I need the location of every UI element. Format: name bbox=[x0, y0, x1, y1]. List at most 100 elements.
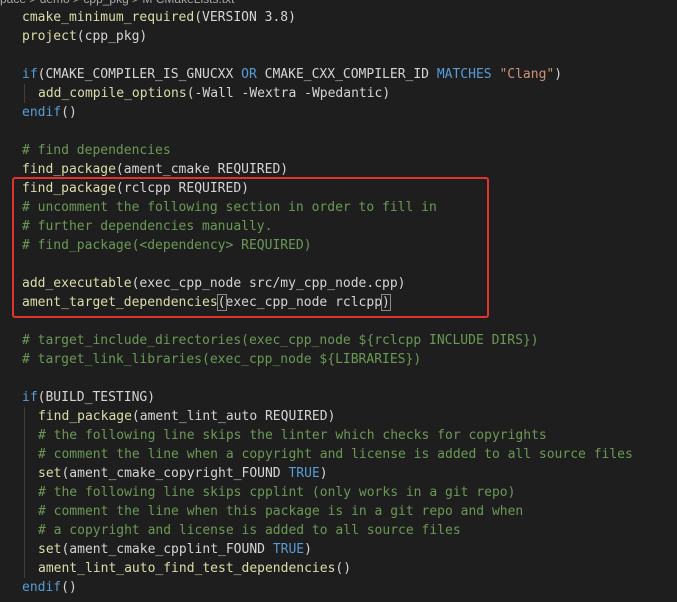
code-text: # find dependencies bbox=[22, 143, 171, 158]
code-line[interactable]: add_executable(exec_cpp_node src/my_cpp_… bbox=[0, 274, 677, 293]
code-token: (ament_lint_auto REQUIRED) bbox=[131, 409, 336, 424]
code-token: # target_include_directories(exec_cpp_no… bbox=[22, 333, 539, 348]
code-line[interactable]: project(cpp_pkg) bbox=[0, 27, 677, 46]
code-text: if(BUILD_TESTING) bbox=[22, 390, 155, 405]
code-text: if(CMAKE_COMPILER_IS_GNUCXX OR CMAKE_CXX… bbox=[22, 67, 562, 82]
code-line[interactable]: ament_lint_auto_find_test_dependencies() bbox=[0, 559, 677, 578]
code-text: set(ament_cmake_copyright_FOUND TRUE) bbox=[22, 466, 328, 481]
code-token: () bbox=[61, 105, 77, 120]
bracket-match: ( bbox=[216, 294, 227, 311]
code-text: endif() bbox=[22, 580, 77, 595]
code-token: (rclcpp REQUIRED) bbox=[115, 181, 249, 196]
code-line[interactable]: # the following line skips the linter wh… bbox=[0, 426, 677, 445]
code-line[interactable]: find_package(rclcpp REQUIRED) bbox=[0, 179, 677, 198]
code-token: (VERSION 3.8) bbox=[194, 10, 296, 25]
code-text: # comment the line when a copyright and … bbox=[22, 447, 633, 462]
code-line[interactable]: # target_include_directories(exec_cpp_no… bbox=[0, 331, 677, 350]
code-text: add_compile_options(-Wall -Wextra -Wpeda… bbox=[22, 86, 390, 101]
code-token: find_package bbox=[22, 181, 116, 196]
code-line[interactable]: # comment the line when a copyright and … bbox=[0, 445, 677, 464]
code-line[interactable]: find_package(ament_lint_auto REQUIRED) bbox=[0, 407, 677, 426]
code-line[interactable] bbox=[0, 312, 677, 331]
code-line[interactable] bbox=[0, 46, 677, 65]
code-line[interactable]: add_compile_options(-Wall -Wextra -Wpeda… bbox=[0, 84, 677, 103]
indent-guide bbox=[24, 445, 25, 464]
code-token: (-Wall -Wextra -Wpedantic) bbox=[186, 86, 391, 101]
code-token: ) bbox=[319, 466, 328, 481]
code-line[interactable]: # find_package(<dependency> REQUIRED) bbox=[0, 236, 677, 255]
indent-guide bbox=[24, 521, 25, 540]
code-token: MATCHES bbox=[436, 67, 492, 82]
code-token: add_executable bbox=[22, 276, 132, 291]
code-token: # further dependencies manually. bbox=[22, 219, 273, 234]
code-line[interactable] bbox=[0, 369, 677, 388]
code-line[interactable]: # uncomment the following section in ord… bbox=[0, 198, 677, 217]
indent-guide bbox=[24, 540, 25, 559]
code-editor[interactable]: cmake_minimum_required(VERSION 3.8) proje… bbox=[0, 8, 677, 597]
code-token: () bbox=[335, 561, 352, 576]
code-token: TRUE bbox=[272, 542, 305, 557]
code-line[interactable]: # further dependencies manually. bbox=[0, 217, 677, 236]
code-text: endif() bbox=[22, 105, 77, 120]
code-token: # find_package(<dependency> REQUIRED) bbox=[22, 238, 312, 253]
code-text: # a copyright and license is added to al… bbox=[22, 523, 461, 538]
indent-guide bbox=[24, 559, 25, 578]
code-token: (BUILD_TESTING) bbox=[37, 390, 156, 405]
code-text: # the following line skips the linter wh… bbox=[22, 428, 547, 443]
code-line[interactable]: # comment the line when this package is … bbox=[0, 502, 677, 521]
code-token: # comment the line when a copyright and … bbox=[38, 447, 633, 462]
indent-guide bbox=[24, 464, 25, 483]
code-line[interactable] bbox=[0, 255, 677, 274]
code-text: # further dependencies manually. bbox=[22, 219, 272, 234]
code-token: find_package bbox=[22, 162, 116, 177]
breadcrumb[interactable]: pace > demo > cpp_pkg > M CMakeLists.txt bbox=[0, 0, 234, 8]
code-line[interactable]: endif() bbox=[0, 578, 677, 597]
code-line[interactable]: # find dependencies bbox=[0, 141, 677, 160]
code-text: # uncomment the following section in ord… bbox=[22, 200, 437, 215]
code-line[interactable]: # a copyright and license is added to al… bbox=[0, 521, 677, 540]
code-line[interactable]: ament_target_dependencies(exec_cpp_node … bbox=[0, 293, 677, 312]
code-text: ament_target_dependencies(exec_cpp_node … bbox=[22, 294, 391, 311]
code-text: find_package(rclcpp REQUIRED) bbox=[22, 181, 249, 196]
code-line[interactable]: # the following line skips cpplint (only… bbox=[0, 483, 677, 502]
code-token: project bbox=[22, 29, 77, 44]
code-text: # comment the line when this package is … bbox=[22, 504, 523, 519]
indent-guide bbox=[24, 407, 25, 426]
code-line[interactable]: cmake_minimum_required(VERSION 3.8) bbox=[0, 8, 677, 27]
indent-guide bbox=[24, 84, 25, 103]
code-token: (ament_cmake REQUIRED) bbox=[115, 162, 289, 177]
code-token: # a copyright and license is added to al… bbox=[38, 523, 461, 538]
code-token: # find dependencies bbox=[22, 143, 171, 158]
code-token: set bbox=[38, 542, 62, 557]
code-text: # find_package(<dependency> REQUIRED) bbox=[22, 238, 312, 253]
code-text: find_package(ament_cmake REQUIRED) bbox=[22, 162, 288, 177]
code-line[interactable]: # target_link_libraries(exec_cpp_node ${… bbox=[0, 350, 677, 369]
code-token: # the following line skips the linter wh… bbox=[38, 428, 547, 443]
code-line[interactable]: find_package(ament_cmake REQUIRED) bbox=[0, 160, 677, 179]
code-line[interactable]: if(CMAKE_COMPILER_IS_GNUCXX OR CMAKE_CXX… bbox=[0, 65, 677, 84]
indent-guide bbox=[24, 426, 25, 445]
indent-guide bbox=[24, 502, 25, 521]
bracket-match: ) bbox=[381, 294, 391, 311]
code-token: (exec_cpp_node src/my_cpp_node.cpp) bbox=[131, 276, 406, 291]
code-text: # target_include_directories(exec_cpp_no… bbox=[22, 333, 539, 348]
code-token: # the following line skips cpplint (only… bbox=[38, 485, 516, 500]
code-token: CMAKE_CXX_COMPILER_ID bbox=[256, 67, 437, 82]
code-text: find_package(ament_lint_auto REQUIRED) bbox=[22, 409, 335, 424]
code-token: OR bbox=[241, 67, 257, 82]
code-token: (cpp_pkg) bbox=[76, 29, 148, 44]
code-token: TRUE bbox=[288, 466, 320, 481]
code-token: exec_cpp_node rclcpp bbox=[225, 295, 383, 310]
code-line[interactable]: set(ament_cmake_cpplint_FOUND TRUE) bbox=[0, 540, 677, 559]
code-line[interactable]: if(BUILD_TESTING) bbox=[0, 388, 677, 407]
code-token: endif bbox=[22, 580, 62, 595]
code-token: ament_lint_auto_find_test_dependencies bbox=[38, 561, 336, 576]
code-line[interactable] bbox=[0, 122, 677, 141]
code-token: if bbox=[22, 67, 38, 82]
code-token: if bbox=[22, 390, 38, 405]
code-line[interactable]: set(ament_cmake_copyright_FOUND TRUE) bbox=[0, 464, 677, 483]
code-token: # comment the line when this package is … bbox=[38, 504, 524, 519]
code-text: project(cpp_pkg) bbox=[22, 29, 147, 44]
code-token: set bbox=[38, 466, 62, 481]
code-line[interactable]: endif() bbox=[0, 103, 677, 122]
